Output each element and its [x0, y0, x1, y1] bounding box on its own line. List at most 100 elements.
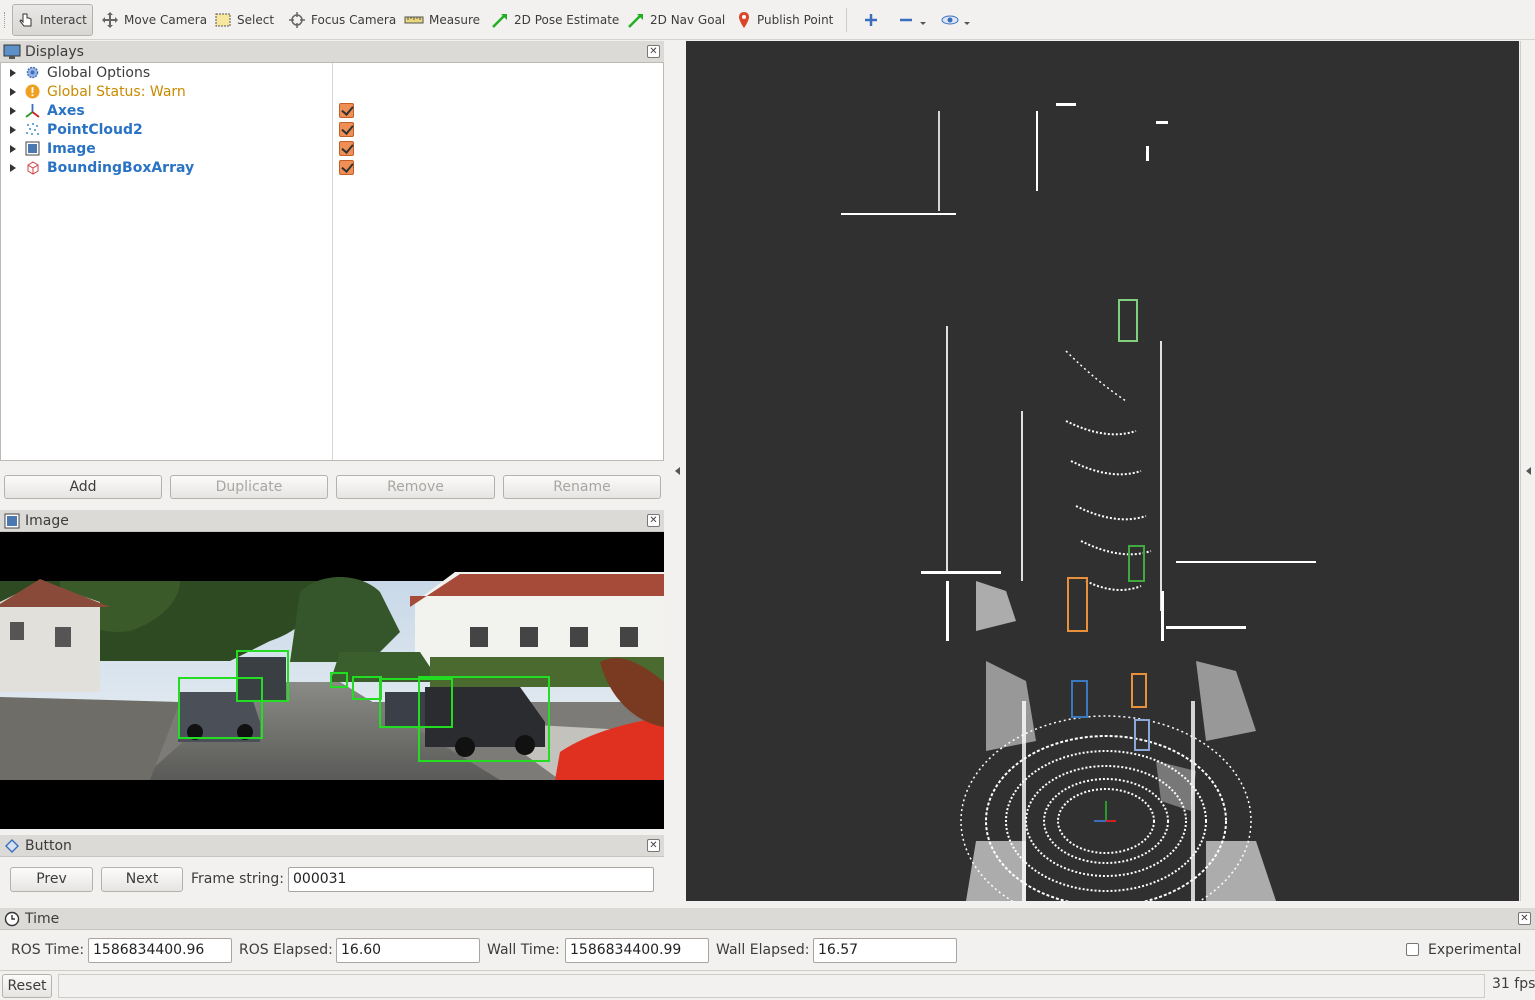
frame-string-label: Frame string:: [191, 871, 284, 887]
time-panel-close-button[interactable]: ✕: [1518, 912, 1531, 925]
clock-icon: [4, 911, 20, 926]
bounding-boxes: [1067, 299, 1150, 751]
displays-tree: Global Options Global Status: Warn Axes …: [0, 62, 664, 461]
experimental-label: Experimental: [1428, 942, 1522, 958]
expand-arrow-icon[interactable]: [10, 68, 16, 77]
pointcloud-icon: [26, 123, 39, 135]
street-camera-image: [0, 572, 664, 780]
displays-close-button[interactable]: ✕: [647, 45, 660, 58]
pointcloud-render: [841, 103, 1316, 901]
focus-camera-tool-button[interactable]: Focus Camera: [284, 4, 400, 36]
displays-panel-title: Displays ✕: [0, 41, 664, 63]
select-tool-button[interactable]: Select: [210, 4, 278, 36]
monitor-icon: [3, 44, 21, 59]
image-panel-close-button[interactable]: ✕: [647, 514, 660, 527]
pointcloud2-enabled-checkbox[interactable]: [339, 122, 354, 137]
nav-goal-tool-button[interactable]: 2D Nav Goal: [623, 4, 729, 36]
prev-frame-button[interactable]: Prev: [10, 867, 93, 892]
publish-point-tool-button[interactable]: Publish Point: [732, 4, 837, 36]
displays-title: Displays: [25, 43, 84, 60]
ros-time-field[interactable]: 1586834400.96: [88, 938, 232, 963]
tree-item-global-status[interactable]: Global Status: Warn: [1, 82, 663, 101]
pose-estimate-tool-label: 2D Pose Estimate: [514, 13, 620, 27]
measure-tool-label: Measure: [429, 13, 480, 27]
interact-tool-label: Interact: [40, 13, 87, 27]
rviz-window: Interact Move Camera Select Focus Camera…: [0, 0, 1535, 1000]
focus-crosshair-icon: [289, 12, 305, 28]
collapse-left-arrow-icon[interactable]: [675, 467, 680, 475]
publish-point-tool-label: Publish Point: [757, 13, 834, 27]
axes-enabled-checkbox[interactable]: [339, 103, 354, 118]
tree-item-boundingboxarray[interactable]: BoundingBoxArray: [1, 158, 663, 177]
main-toolbar: Interact Move Camera Select Focus Camera…: [0, 0, 1535, 40]
add-tool-button[interactable]: [858, 4, 884, 36]
map-pin-icon: [739, 12, 749, 28]
tree-item-label: Global Status: Warn: [47, 83, 186, 100]
image-panel-title: Image ✕: [0, 510, 664, 532]
focus-camera-tool-label: Focus Camera: [311, 13, 397, 27]
plus-icon: [865, 14, 877, 26]
wall-elapsed-field[interactable]: 16.57: [813, 938, 957, 963]
tree-item-label: PointCloud2: [47, 121, 143, 138]
bounding-box-icon: [27, 161, 39, 175]
tree-item-global-options[interactable]: Global Options: [1, 63, 663, 82]
right-dock-splitter[interactable]: [1520, 41, 1533, 901]
expand-arrow-icon[interactable]: [10, 87, 16, 96]
frame-string-input[interactable]: 000031: [288, 867, 654, 892]
wall-time-field[interactable]: 1586834400.99: [565, 938, 709, 963]
add-display-button[interactable]: Add: [4, 475, 162, 499]
interact-tool-button[interactable]: Interact: [12, 4, 93, 36]
move-camera-tool-button[interactable]: Move Camera: [97, 4, 211, 36]
tree-item-label: BoundingBoxArray: [47, 159, 195, 176]
tree-item-pointcloud2[interactable]: PointCloud2: [1, 120, 663, 139]
select-tool-label: Select: [237, 13, 275, 27]
move-camera-icon: [102, 12, 118, 28]
3d-render-view[interactable]: [686, 41, 1519, 901]
eye-dropdown-icon: [941, 15, 970, 25]
image-enabled-checkbox[interactable]: [339, 141, 354, 156]
ruler-icon: [404, 16, 424, 24]
warning-icon: [25, 84, 40, 99]
ros-time-label: ROS Time:: [11, 942, 85, 958]
tree-item-image[interactable]: Image: [1, 139, 663, 158]
boundingboxarray-enabled-checkbox[interactable]: [339, 160, 354, 175]
time-panel-title-text: Time: [25, 910, 60, 927]
toolbar-separator: [846, 8, 847, 32]
rename-display-button[interactable]: Rename: [503, 475, 661, 499]
status-bar: Reset 31 fps: [0, 970, 1535, 1000]
toolbar-grip[interactable]: [4, 12, 7, 28]
status-message-area: [58, 974, 1485, 998]
button-panel-title: Button ✕: [0, 835, 664, 857]
button-panel-title-text: Button: [25, 837, 72, 854]
image-panel-title-text: Image: [25, 512, 69, 529]
reset-button[interactable]: Reset: [2, 974, 52, 998]
expand-arrow-icon[interactable]: [10, 144, 16, 153]
expand-arrow-icon[interactable]: [10, 106, 16, 115]
remove-display-button[interactable]: Remove: [336, 475, 495, 499]
experimental-checkbox[interactable]: [1406, 943, 1419, 956]
measure-tool-button[interactable]: Measure: [400, 4, 484, 36]
next-frame-button[interactable]: Next: [101, 867, 183, 892]
pose-estimate-tool-button[interactable]: 2D Pose Estimate: [487, 4, 623, 36]
gear-icon: [26, 66, 39, 79]
duplicate-display-button[interactable]: Duplicate: [170, 475, 328, 499]
remove-tool-button[interactable]: [893, 4, 931, 36]
ros-elapsed-label: ROS Elapsed:: [239, 942, 333, 958]
time-panel-title: Time ✕: [0, 908, 1535, 930]
camera-image-view[interactable]: [0, 532, 664, 829]
expand-arrow-icon[interactable]: [10, 163, 16, 172]
minus-dropdown-icon: [900, 18, 926, 25]
ros-elapsed-field[interactable]: 16.60: [336, 938, 480, 963]
image-icon: [4, 513, 20, 528]
expand-arrow-icon[interactable]: [10, 125, 16, 134]
image-icon: [25, 141, 40, 156]
axes-icon: [25, 104, 40, 118]
tree-item-axes[interactable]: Axes: [1, 101, 663, 120]
select-box-icon: [215, 13, 231, 27]
tree-item-label: Global Options: [47, 64, 151, 81]
diamond-icon: [5, 838, 19, 853]
button-panel-close-button[interactable]: ✕: [647, 839, 660, 852]
view-tool-button[interactable]: [936, 4, 978, 36]
tree-item-label: Axes: [47, 102, 85, 119]
green-arrow-icon: [492, 14, 507, 28]
